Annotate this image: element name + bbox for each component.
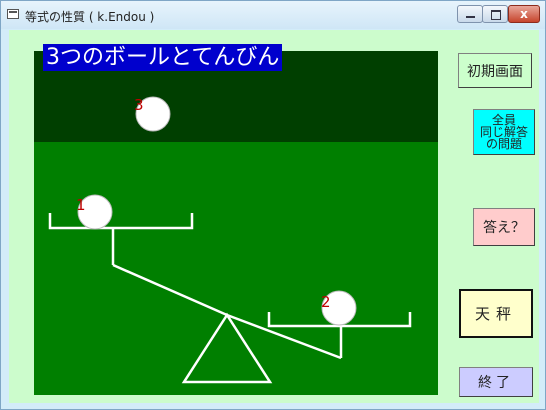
- initial-screen-button[interactable]: 初期画面: [458, 53, 532, 88]
- ball-1-label: 1: [76, 196, 86, 214]
- minimize-button[interactable]: [457, 5, 483, 23]
- page-title: 3つのボールとてんびん: [43, 44, 283, 71]
- same-answer-problem-button[interactable]: 全員 同じ解答 の問題: [473, 109, 535, 155]
- ball-1[interactable]: 1: [76, 194, 113, 230]
- ball-3-label: 3: [134, 96, 144, 114]
- left-pan: [48, 213, 194, 230]
- answer-button[interactable]: 答え？: [473, 208, 535, 246]
- ball-2[interactable]: 2: [321, 290, 357, 326]
- ball-2-label: 2: [321, 293, 331, 311]
- end-button[interactable]: 終了: [459, 367, 533, 397]
- window-title: 等式の性質 ( k.Endou ): [25, 10, 155, 24]
- close-button[interactable]: x: [508, 5, 540, 23]
- ball-3[interactable]: 3: [134, 96, 171, 132]
- close-icon: x: [520, 7, 528, 21]
- same-answer-label-line3: の問題: [485, 137, 522, 151]
- app-icon[interactable]: [7, 9, 19, 19]
- maximize-button[interactable]: [482, 5, 508, 23]
- balance-beam: [112, 263, 342, 360]
- balance-button[interactable]: 天秤: [459, 289, 533, 338]
- balance-stage: 3 1 2: [34, 51, 438, 395]
- app-window: 等式の性質 ( k.Endou ) x 3 1 2 3つのボールとてんびん 初期…: [0, 0, 546, 410]
- same-answer-button-label: 全員 同じ解答 の問題: [480, 114, 528, 150]
- title-bar[interactable]: 等式の性質 ( k.Endou ) x: [1, 1, 545, 29]
- balance-scale-drawing: 3 1 2: [48, 96, 412, 384]
